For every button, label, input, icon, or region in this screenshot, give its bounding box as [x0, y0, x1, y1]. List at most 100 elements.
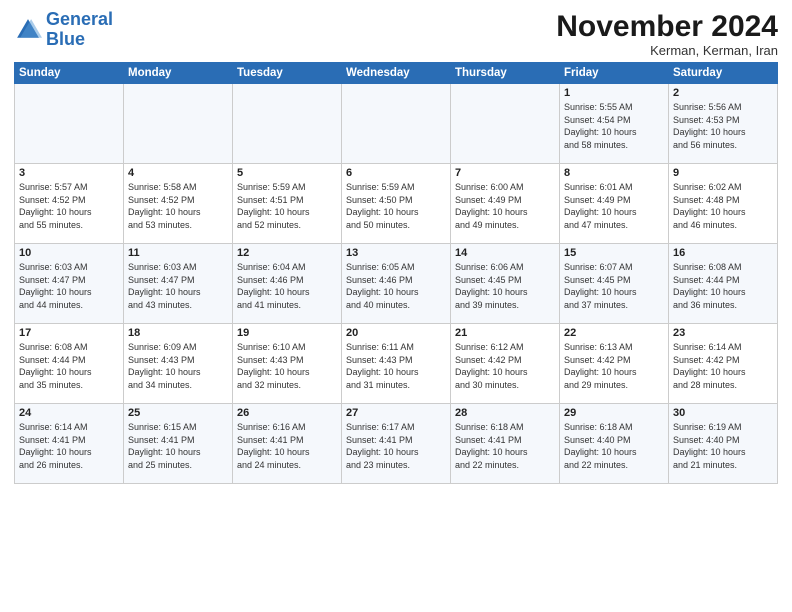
day-cell: 5 Sunrise: 5:59 AM Sunset: 4:51 PM Daylig…: [233, 164, 342, 244]
day-cell: [15, 84, 124, 164]
weekday-header-row: SundayMondayTuesdayWednesdayThursdayFrid…: [15, 63, 778, 84]
day-info: Sunrise: 6:14 AM Sunset: 4:41 PM Dayligh…: [19, 421, 119, 471]
day-cell: [342, 84, 451, 164]
day-cell: 21 Sunrise: 6:12 AM Sunset: 4:42 PM Dayli…: [451, 324, 560, 404]
logo-icon: [14, 16, 42, 44]
day-number: 6: [346, 167, 446, 179]
weekday-header-thursday: Thursday: [451, 63, 560, 84]
day-cell: [451, 84, 560, 164]
day-cell: 28 Sunrise: 6:18 AM Sunset: 4:41 PM Dayli…: [451, 404, 560, 484]
day-info: Sunrise: 6:06 AM Sunset: 4:45 PM Dayligh…: [455, 261, 555, 311]
day-cell: 10 Sunrise: 6:03 AM Sunset: 4:47 PM Dayli…: [15, 244, 124, 324]
day-number: 13: [346, 247, 446, 259]
day-cell: 9 Sunrise: 6:02 AM Sunset: 4:48 PM Daylig…: [669, 164, 778, 244]
day-cell: 27Sunrise: 6:17 AM Sunset: 4:41 PM Dayli…: [342, 404, 451, 484]
day-info: Sunrise: 6:05 AM Sunset: 4:46 PM Dayligh…: [346, 261, 446, 311]
day-info: Sunrise: 6:15 AM Sunset: 4:41 PM Dayligh…: [128, 421, 228, 471]
day-info: Sunrise: 6:14 AM Sunset: 4:42 PM Dayligh…: [673, 341, 773, 391]
day-cell: 24 Sunrise: 6:14 AM Sunset: 4:41 PM Dayli…: [15, 404, 124, 484]
day-cell: 30 Sunrise: 6:19 AM Sunset: 4:40 PM Dayli…: [669, 404, 778, 484]
day-cell: 1 Sunrise: 5:55 AM Sunset: 4:54 PM Daylig…: [560, 84, 669, 164]
day-number: 24: [19, 407, 119, 419]
day-cell: 17 Sunrise: 6:08 AM Sunset: 4:44 PM Dayli…: [15, 324, 124, 404]
day-info: Sunrise: 5:58 AM Sunset: 4:52 PM Dayligh…: [128, 181, 228, 231]
logo-line1: General: [46, 9, 113, 29]
day-number: 9: [673, 167, 773, 179]
day-info: Sunrise: 6:18 AM Sunset: 4:41 PM Dayligh…: [455, 421, 555, 471]
day-info: Sunrise: 6:08 AM Sunset: 4:44 PM Dayligh…: [673, 261, 773, 311]
day-number: 30: [673, 407, 773, 419]
day-info: Sunrise: 6:16 AM Sunset: 4:41 PM Dayligh…: [237, 421, 337, 471]
weekday-header-wednesday: Wednesday: [342, 63, 451, 84]
day-cell: 8 Sunrise: 6:01 AM Sunset: 4:49 PM Daylig…: [560, 164, 669, 244]
day-info: Sunrise: 6:11 AM Sunset: 4:43 PM Dayligh…: [346, 341, 446, 391]
day-number: 5: [237, 167, 337, 179]
day-number: 22: [564, 327, 664, 339]
page: General Blue November 2024 Kerman, Kerma…: [0, 0, 792, 612]
day-number: 25: [128, 407, 228, 419]
day-info: Sunrise: 6:03 AM Sunset: 4:47 PM Dayligh…: [19, 261, 119, 311]
week-row-3: 17 Sunrise: 6:08 AM Sunset: 4:44 PM Dayli…: [15, 324, 778, 404]
day-info: Sunrise: 6:18 AM Sunset: 4:40 PM Dayligh…: [564, 421, 664, 471]
day-cell: 13 Sunrise: 6:05 AM Sunset: 4:46 PM Dayli…: [342, 244, 451, 324]
day-cell: 19Sunrise: 6:10 AM Sunset: 4:43 PM Dayli…: [233, 324, 342, 404]
day-cell: 2Sunrise: 5:56 AM Sunset: 4:53 PM Daylig…: [669, 84, 778, 164]
week-row-1: 3Sunrise: 5:57 AM Sunset: 4:52 PM Daylig…: [15, 164, 778, 244]
day-info: Sunrise: 6:17 AM Sunset: 4:41 PM Dayligh…: [346, 421, 446, 471]
day-info: Sunrise: 6:03 AM Sunset: 4:47 PM Dayligh…: [128, 261, 228, 311]
weekday-header-monday: Monday: [124, 63, 233, 84]
day-cell: [124, 84, 233, 164]
month-title: November 2024: [556, 10, 778, 43]
day-number: 1: [564, 87, 664, 99]
day-number: 17: [19, 327, 119, 339]
day-info: Sunrise: 5:56 AM Sunset: 4:53 PM Dayligh…: [673, 101, 773, 151]
day-number: 19: [237, 327, 337, 339]
week-row-2: 10 Sunrise: 6:03 AM Sunset: 4:47 PM Dayli…: [15, 244, 778, 324]
day-number: 20: [346, 327, 446, 339]
day-number: 7: [455, 167, 555, 179]
day-cell: 18Sunrise: 6:09 AM Sunset: 4:43 PM Dayli…: [124, 324, 233, 404]
day-number: 16: [673, 247, 773, 259]
day-cell: 7 Sunrise: 6:00 AM Sunset: 4:49 PM Daylig…: [451, 164, 560, 244]
day-info: Sunrise: 6:19 AM Sunset: 4:40 PM Dayligh…: [673, 421, 773, 471]
week-row-4: 24 Sunrise: 6:14 AM Sunset: 4:41 PM Dayli…: [15, 404, 778, 484]
day-number: 29: [564, 407, 664, 419]
day-info: Sunrise: 6:02 AM Sunset: 4:48 PM Dayligh…: [673, 181, 773, 231]
location: Kerman, Kerman, Iran: [556, 43, 778, 58]
day-info: Sunrise: 6:13 AM Sunset: 4:42 PM Dayligh…: [564, 341, 664, 391]
day-info: Sunrise: 6:12 AM Sunset: 4:42 PM Dayligh…: [455, 341, 555, 391]
day-number: 28: [455, 407, 555, 419]
day-number: 26: [237, 407, 337, 419]
day-number: 21: [455, 327, 555, 339]
day-cell: 4 Sunrise: 5:58 AM Sunset: 4:52 PM Daylig…: [124, 164, 233, 244]
day-info: Sunrise: 6:04 AM Sunset: 4:46 PM Dayligh…: [237, 261, 337, 311]
day-number: 3: [19, 167, 119, 179]
day-info: Sunrise: 6:00 AM Sunset: 4:49 PM Dayligh…: [455, 181, 555, 231]
weekday-header-sunday: Sunday: [15, 63, 124, 84]
day-cell: 16 Sunrise: 6:08 AM Sunset: 4:44 PM Dayli…: [669, 244, 778, 324]
logo-text: General Blue: [46, 10, 113, 50]
day-cell: 22 Sunrise: 6:13 AM Sunset: 4:42 PM Dayli…: [560, 324, 669, 404]
day-number: 4: [128, 167, 228, 179]
day-cell: 12 Sunrise: 6:04 AM Sunset: 4:46 PM Dayli…: [233, 244, 342, 324]
title-block: November 2024 Kerman, Kerman, Iran: [556, 10, 778, 58]
day-cell: 15Sunrise: 6:07 AM Sunset: 4:45 PM Dayli…: [560, 244, 669, 324]
day-info: Sunrise: 6:08 AM Sunset: 4:44 PM Dayligh…: [19, 341, 119, 391]
weekday-header-tuesday: Tuesday: [233, 63, 342, 84]
day-cell: 6 Sunrise: 5:59 AM Sunset: 4:50 PM Daylig…: [342, 164, 451, 244]
day-number: 8: [564, 167, 664, 179]
calendar-table: SundayMondayTuesdayWednesdayThursdayFrid…: [14, 62, 778, 484]
day-info: Sunrise: 5:59 AM Sunset: 4:50 PM Dayligh…: [346, 181, 446, 231]
logo-line2: Blue: [46, 29, 85, 49]
day-number: 10: [19, 247, 119, 259]
day-cell: 29 Sunrise: 6:18 AM Sunset: 4:40 PM Dayli…: [560, 404, 669, 484]
day-info: Sunrise: 6:01 AM Sunset: 4:49 PM Dayligh…: [564, 181, 664, 231]
day-info: Sunrise: 5:55 AM Sunset: 4:54 PM Dayligh…: [564, 101, 664, 151]
day-info: Sunrise: 5:59 AM Sunset: 4:51 PM Dayligh…: [237, 181, 337, 231]
day-number: 12: [237, 247, 337, 259]
week-row-0: 1 Sunrise: 5:55 AM Sunset: 4:54 PM Daylig…: [15, 84, 778, 164]
day-number: 23: [673, 327, 773, 339]
day-cell: [233, 84, 342, 164]
day-number: 11: [128, 247, 228, 259]
day-number: 18: [128, 327, 228, 339]
